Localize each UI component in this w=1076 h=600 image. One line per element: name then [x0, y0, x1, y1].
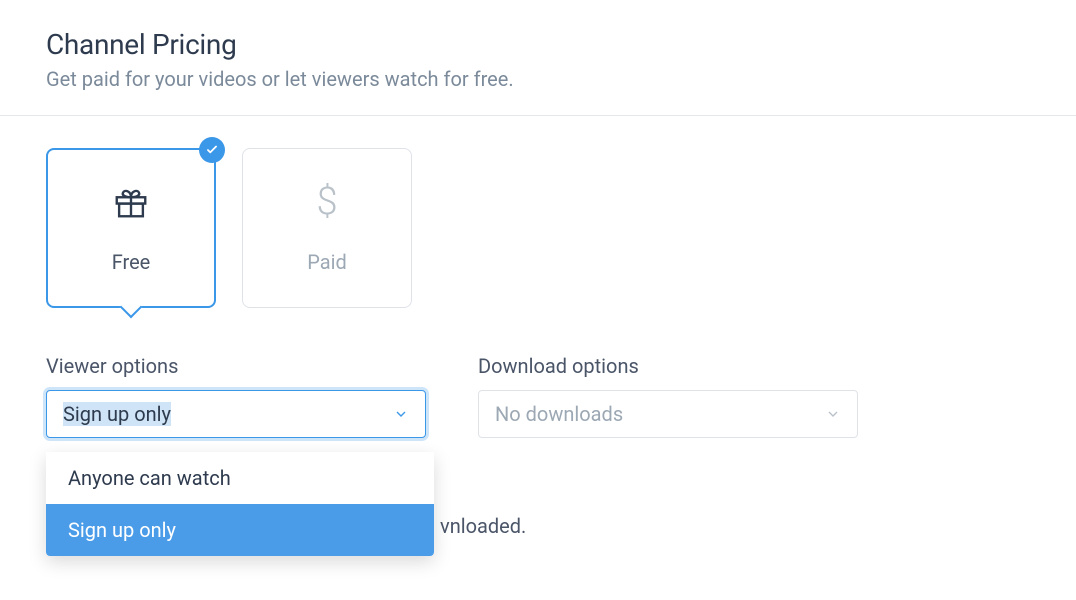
gift-icon	[112, 182, 150, 222]
options-row: Viewer options Sign up only Download opt…	[46, 354, 1030, 438]
card-free-label: Free	[112, 250, 151, 274]
viewer-options-group: Viewer options Sign up only	[46, 354, 426, 438]
content-area: Free $ Paid Viewer options Sign up only …	[0, 116, 1076, 470]
page-subtitle: Get paid for your videos or let viewers …	[46, 67, 1030, 91]
chevron-down-icon	[393, 406, 409, 422]
check-icon	[199, 137, 225, 163]
chevron-down-icon	[825, 406, 841, 422]
viewer-options-dropdown: Anyone can watch Sign up only	[46, 452, 434, 556]
dollar-icon: $	[316, 182, 337, 222]
download-options-value: No downloads	[495, 402, 825, 426]
page-header: Channel Pricing Get paid for your videos…	[0, 0, 1076, 115]
dropdown-item-anyone[interactable]: Anyone can watch	[46, 452, 434, 504]
viewer-options-value: Sign up only	[63, 402, 393, 426]
partial-hint-text: vnloaded.	[440, 514, 526, 538]
viewer-options-label: Viewer options	[46, 354, 426, 378]
download-options-group: Download options No downloads	[478, 354, 858, 438]
pricing-cards: Free $ Paid	[46, 148, 1030, 308]
card-paid-label: Paid	[307, 250, 347, 274]
download-options-label: Download options	[478, 354, 858, 378]
page-title: Channel Pricing	[46, 28, 1030, 61]
card-free[interactable]: Free	[46, 148, 216, 308]
dropdown-item-signup[interactable]: Sign up only	[46, 504, 434, 556]
download-options-select[interactable]: No downloads	[478, 390, 858, 438]
card-paid[interactable]: $ Paid	[242, 148, 412, 308]
viewer-options-select[interactable]: Sign up only	[46, 390, 426, 438]
